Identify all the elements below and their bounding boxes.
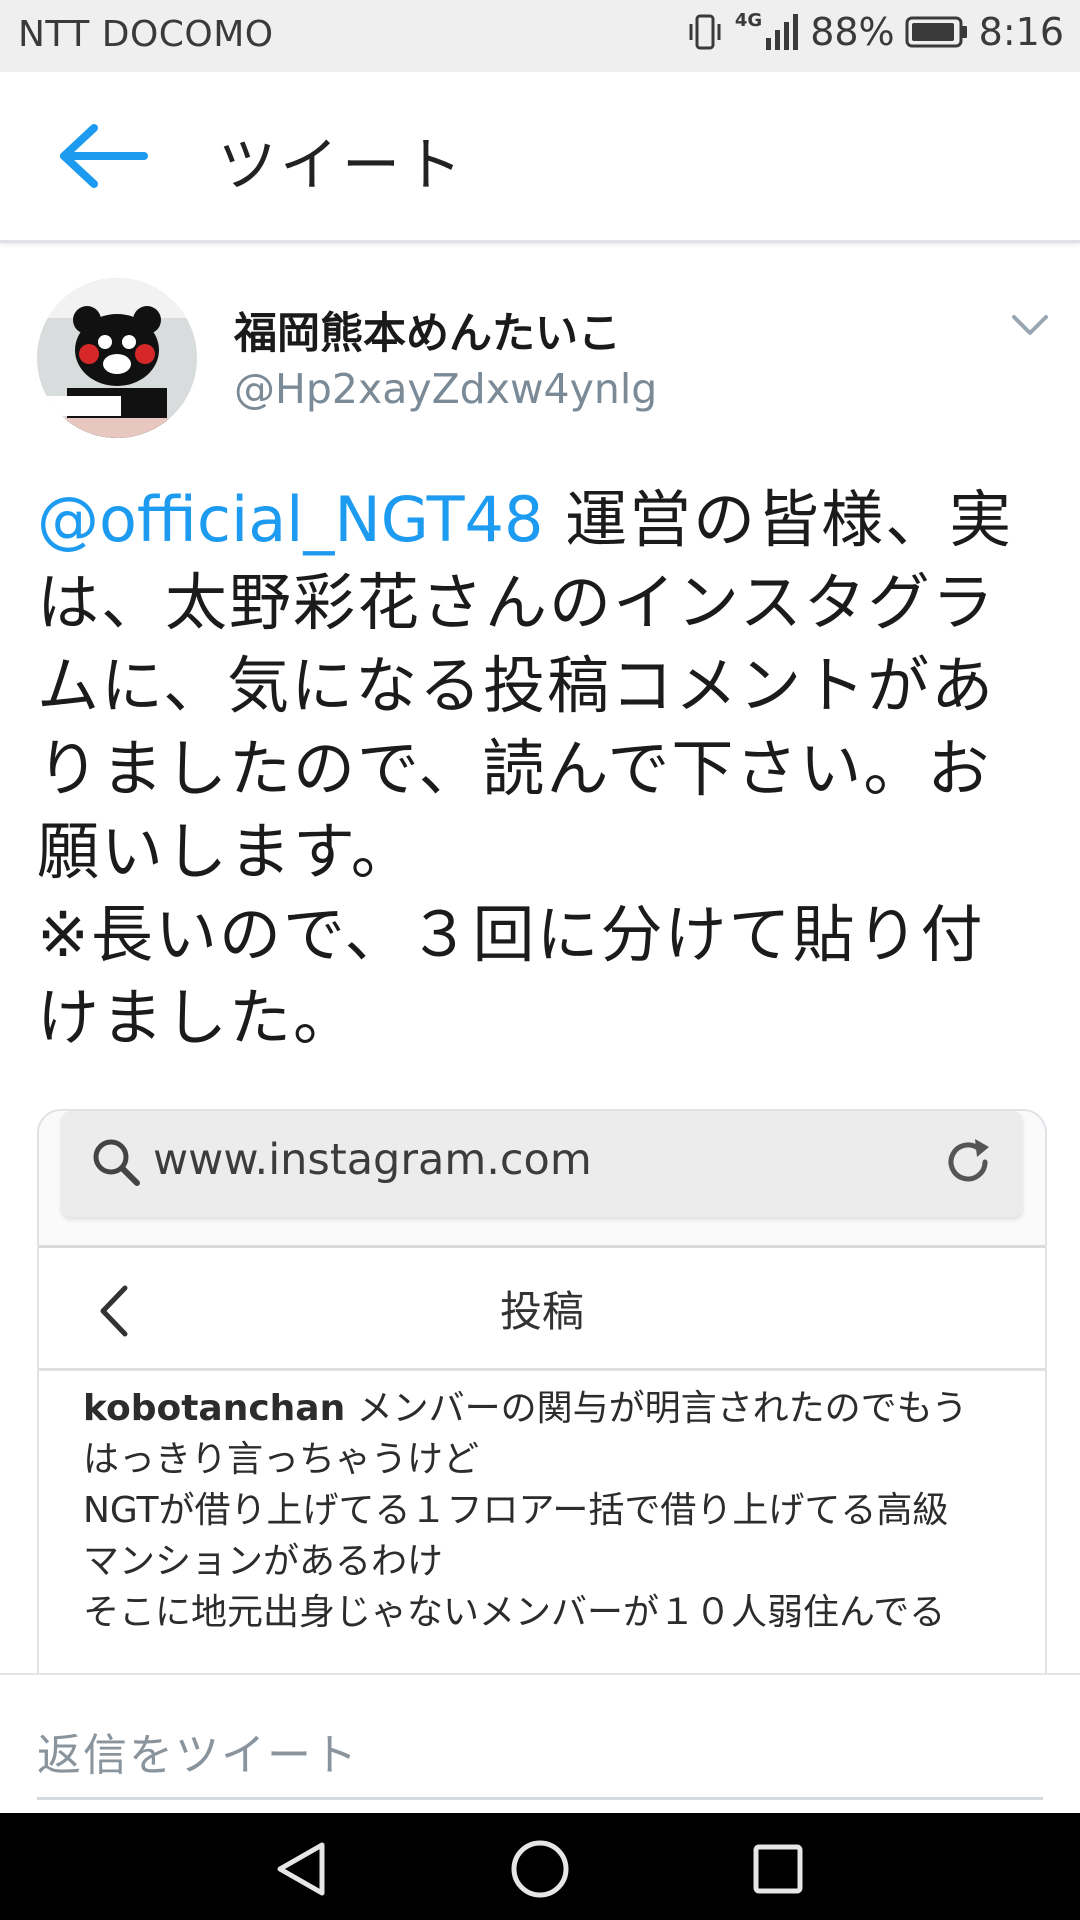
chevron-down-icon[interactable] [1010,313,1050,339]
tweet-media-image[interactable]: www.instagram.com 投稿 kobotanchan メンバーの関与… [37,1109,1047,1673]
system-nav-bar [0,1813,1080,1920]
kumamon-avatar-icon [37,278,197,438]
tweet-detail: 福岡熊本めんたいこ @Hp2xayZdxw4ynlg @official_NGT… [0,243,1080,1673]
app-bar: ツイート [0,72,1080,243]
battery-icon [905,16,967,48]
arrow-left-icon[interactable] [52,120,152,192]
nav-recents-icon[interactable] [746,1837,810,1901]
display-name[interactable]: 福岡熊本めんたいこ [234,299,621,361]
status-icons: 4G 88% 8:16 [685,10,1064,54]
reply-underline [37,1797,1043,1800]
user-handle[interactable]: @Hp2xayZdxw4ynlg [234,365,657,413]
status-bar: NTT DOCOMO 4G 88% 8:16 [0,0,1080,72]
url-bar: www.instagram.com [61,1111,1023,1217]
tweet-text: @official_NGT48 運営の皆様、実は、太野彩花さんのインスタグラムに… [37,478,1047,1059]
carrier-name: NTT DOCOMO [18,14,274,55]
reply-bar: 返信をツイート [0,1673,1080,1815]
ig-post-header: 投稿 [39,1248,1045,1371]
nav-back-icon[interactable] [270,1837,334,1901]
tweet-body: 運営の皆様、実は、太野彩花さんのインスタグラムに、気になる投稿コメントがありまし… [37,483,1014,1054]
reload-icon [948,1139,989,1182]
page-title: ツイート [218,131,467,199]
signal-icon [766,14,799,50]
vibrate-icon [689,14,721,50]
url-text: www.instagram.com [153,1135,592,1185]
ig-caption: kobotanchan メンバーの関与が明言されたのでもうはっきり言っちゃうけど… [83,1383,983,1638]
reply-input[interactable]: 返信をツイート [37,1719,359,1783]
ig-caption-user: kobotanchan [83,1388,346,1429]
clock: 8:16 [978,10,1064,54]
nav-home-icon[interactable] [508,1837,572,1901]
avatar[interactable] [37,278,197,438]
mention-link[interactable]: @official_NGT48 [37,483,543,556]
ig-page-title: 投稿 [499,1287,584,1336]
browser-toolbar: www.instagram.com [39,1111,1045,1247]
search-icon [93,1139,140,1186]
battery-percent: 88% [810,10,895,54]
network-type: 4G [734,10,763,31]
